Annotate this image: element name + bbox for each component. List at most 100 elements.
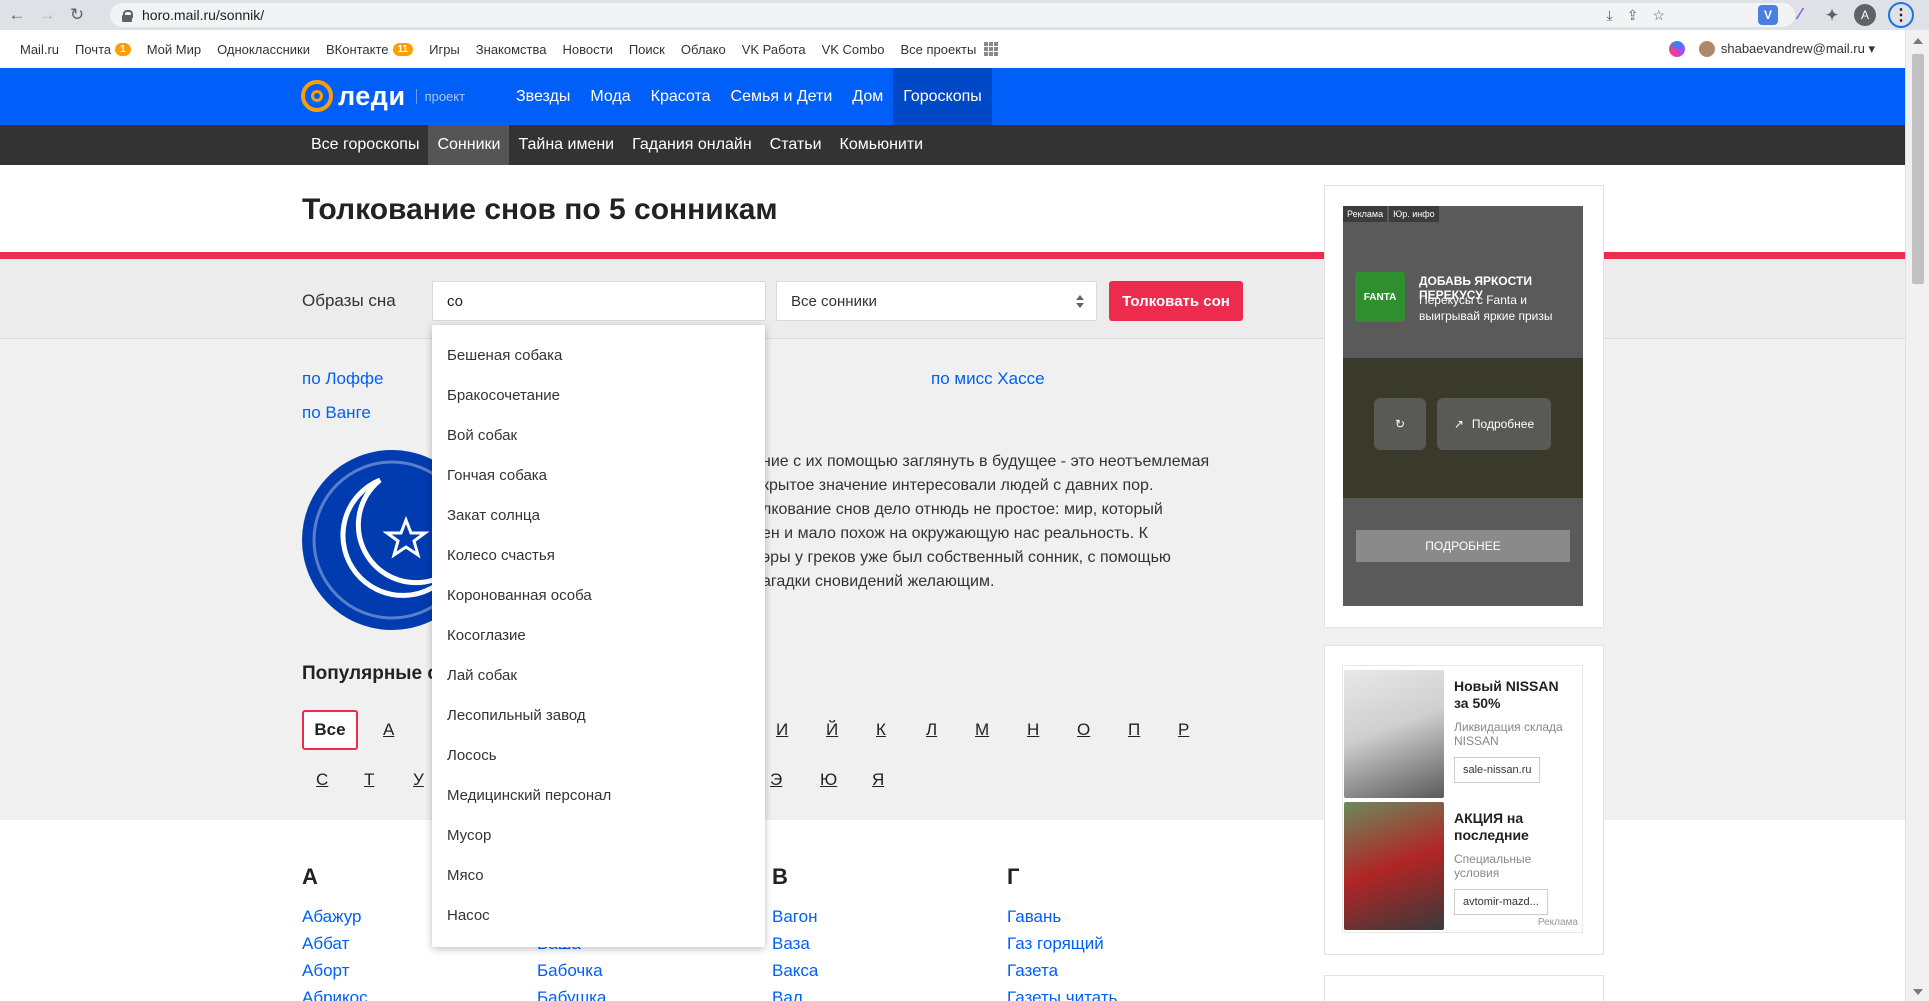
ad-label[interactable]: Реклама: [1343, 206, 1388, 222]
nissan-car-image[interactable]: [1344, 670, 1444, 798]
dream-link[interactable]: Абрикос: [302, 988, 368, 1001]
portal-link-games[interactable]: Игры: [429, 42, 460, 57]
extension-v-icon[interactable]: V: [1758, 5, 1778, 25]
scroll-up-icon[interactable]: [1913, 38, 1923, 44]
letter-a[interactable]: А: [383, 720, 394, 740]
suggestion-item[interactable]: Мусор: [447, 827, 491, 844]
letter-e[interactable]: Э: [770, 770, 782, 790]
car-ad-title[interactable]: АКЦИЯ на последние: [1454, 810, 1574, 844]
menu-kebab-icon[interactable]: ⋮: [1888, 2, 1914, 28]
subnav-articles[interactable]: Статьи: [761, 125, 831, 165]
sonnik-select[interactable]: Все сонники: [776, 281, 1097, 321]
install-icon[interactable]: ⤓: [1607, 7, 1613, 24]
dream-search-input[interactable]: [432, 281, 766, 321]
forward-icon[interactable]: →: [34, 2, 60, 28]
letter-y[interactable]: Й: [826, 720, 838, 740]
suggestion-item[interactable]: Насос: [447, 907, 490, 924]
fanta-ad[interactable]: Реклама Юр. инфо FANTA ДОБАВЬ ЯРКОСТИ ПЕ…: [1343, 206, 1583, 606]
suggestion-item[interactable]: Вой собак: [447, 427, 517, 444]
replay-icon[interactable]: ↻: [1374, 398, 1426, 450]
link-hasse[interactable]: по мисс Хассе: [931, 369, 1045, 389]
letter-o[interactable]: О: [1077, 720, 1090, 740]
suggestion-item[interactable]: Бешеная собака: [447, 347, 562, 364]
portal-link-vk[interactable]: ВКонтакте 11: [326, 42, 414, 57]
link-loff[interactable]: по Лоффе: [302, 369, 383, 389]
letter-yu[interactable]: Ю: [820, 770, 837, 790]
dream-link[interactable]: Аборт: [302, 961, 349, 981]
letter-all-button[interactable]: Все: [302, 710, 358, 750]
portal-link-search[interactable]: Поиск: [629, 42, 665, 57]
nav-horoscopes[interactable]: Гороскопы: [893, 68, 992, 125]
dream-link[interactable]: Гавань: [1007, 907, 1061, 927]
letter-s[interactable]: С: [316, 770, 328, 790]
profile-avatar-icon[interactable]: A: [1854, 4, 1876, 26]
letter-u[interactable]: У: [413, 770, 424, 790]
suggestion-item[interactable]: Коронованная особа: [447, 587, 592, 604]
dream-link[interactable]: Вагон: [772, 907, 817, 927]
portal-link-moy-mir[interactable]: Мой Мир: [147, 42, 201, 57]
letter-i[interactable]: И: [776, 720, 788, 740]
suggestion-item[interactable]: Лесопильный завод: [447, 707, 586, 724]
suggestion-item[interactable]: Мясо: [447, 867, 484, 884]
dream-link[interactable]: Вал: [772, 988, 803, 1001]
nav-fashion[interactable]: Мода: [580, 68, 640, 125]
suggestion-item[interactable]: Лосось: [447, 747, 497, 764]
dream-link[interactable]: Ваза: [772, 934, 810, 954]
portal-link-cloud[interactable]: Облако: [681, 42, 726, 57]
extension-pen-icon[interactable]: ∕: [1790, 5, 1810, 25]
user-menu[interactable]: shabaevandrew@mail.ru ▾: [1698, 41, 1875, 57]
nav-stars[interactable]: Звезды: [506, 68, 580, 125]
subnav-community[interactable]: Комьюнити: [831, 125, 933, 165]
ad-legal-info[interactable]: Юр. инфо: [1389, 206, 1439, 222]
subnav-sonniki[interactable]: Сонники: [428, 125, 510, 165]
suggestion-item[interactable]: Косоглазие: [447, 627, 526, 644]
dream-link[interactable]: Бабушка: [537, 988, 606, 1001]
page-scrollbar[interactable]: [1905, 30, 1929, 1001]
dream-link[interactable]: Вакса: [772, 961, 818, 981]
nav-home[interactable]: Дом: [842, 68, 893, 125]
portal-link-vk-combo[interactable]: VK Combo: [822, 42, 885, 57]
suggestion-item[interactable]: Бракосочетание: [447, 387, 560, 404]
portal-link-news[interactable]: Новости: [563, 42, 613, 57]
suggestion-item[interactable]: Медицинский персонал: [447, 787, 611, 804]
nav-family[interactable]: Семья и Дети: [721, 68, 843, 125]
share-icon[interactable]: ⇪: [1627, 7, 1639, 24]
lady-logo[interactable]: леди проект: [301, 80, 465, 112]
portal-link-pochta[interactable]: Почта 1: [75, 42, 131, 57]
bookmark-star-icon[interactable]: ☆: [1652, 7, 1665, 24]
letter-p[interactable]: П: [1128, 720, 1140, 740]
letter-m[interactable]: М: [975, 720, 989, 740]
subnav-name-secret[interactable]: Тайна имени: [509, 125, 623, 165]
letter-k[interactable]: К: [876, 720, 886, 740]
dream-link[interactable]: Бабочка: [537, 961, 603, 981]
car-ad-title[interactable]: Новый NISSAN за 50%: [1454, 678, 1574, 712]
address-bar[interactable]: horo.mail.ru/sonnik/ ⤓ ⇪ ☆: [110, 3, 1795, 27]
letter-n[interactable]: Н: [1027, 720, 1039, 740]
dream-link[interactable]: Газ горящий: [1007, 934, 1104, 954]
letter-l[interactable]: Л: [926, 720, 937, 740]
letter-ya[interactable]: Я: [872, 770, 884, 790]
suggestion-item[interactable]: Колесо счастья: [447, 547, 555, 564]
suggestion-item[interactable]: Закат солнца: [447, 507, 540, 524]
nav-beauty[interactable]: Красота: [641, 68, 721, 125]
interpret-button[interactable]: Толковать сон: [1109, 281, 1243, 321]
reload-icon[interactable]: ↻: [64, 2, 90, 28]
portal-link-ok[interactable]: Одноклассники: [217, 42, 310, 57]
scroll-down-icon[interactable]: [1913, 989, 1923, 995]
portal-link-all-projects[interactable]: Все проекты: [900, 42, 999, 57]
scroll-thumb[interactable]: [1912, 54, 1924, 284]
letter-t[interactable]: Т: [364, 770, 374, 790]
back-icon[interactable]: ←: [4, 2, 30, 28]
letter-r[interactable]: Р: [1178, 720, 1189, 740]
mazda-car-image[interactable]: [1344, 802, 1444, 930]
subnav-all-horoscopes[interactable]: Все гороскопы: [302, 125, 428, 165]
subnav-divination[interactable]: Гадания онлайн: [623, 125, 761, 165]
vk-id-icon[interactable]: [1668, 41, 1685, 57]
ad-details-button[interactable]: ↗ Подробнее: [1437, 398, 1551, 450]
ad-more-button[interactable]: ПОДРОБНЕЕ: [1356, 530, 1570, 562]
portal-link-dating[interactable]: Знакомства: [476, 42, 547, 57]
car-ad-link[interactable]: avtomir-mazd...: [1454, 889, 1548, 915]
car-ad-link[interactable]: sale-nissan.ru: [1454, 757, 1541, 783]
portal-link-vk-work[interactable]: VK Работа: [742, 42, 806, 57]
suggestion-item[interactable]: Лай собак: [447, 667, 517, 684]
